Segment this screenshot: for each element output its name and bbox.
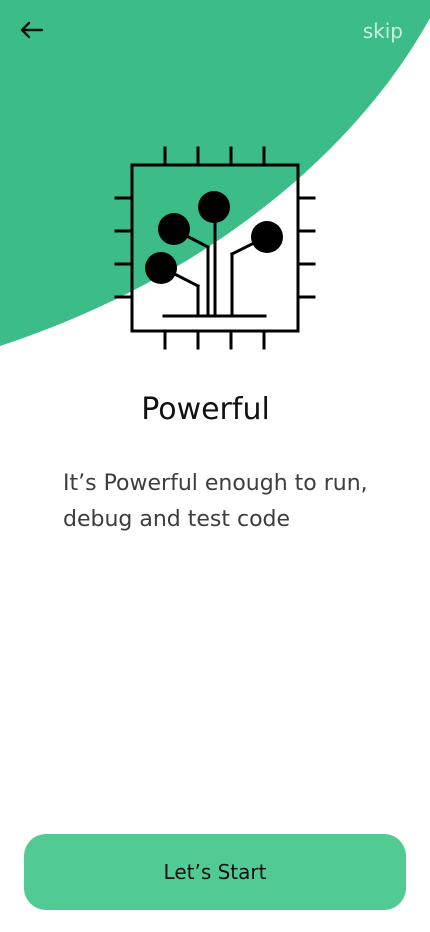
lets-start-button[interactable]: Let’s Start: [24, 834, 406, 910]
processor-chip-icon: [114, 146, 316, 350]
page-description: It’s Powerful enough to run, debug and t…: [63, 471, 368, 532]
back-button[interactable]: [14, 14, 48, 46]
arrow-left-icon: [20, 21, 44, 39]
skip-button[interactable]: skip: [363, 19, 403, 43]
page-title: Powerful: [141, 392, 270, 427]
